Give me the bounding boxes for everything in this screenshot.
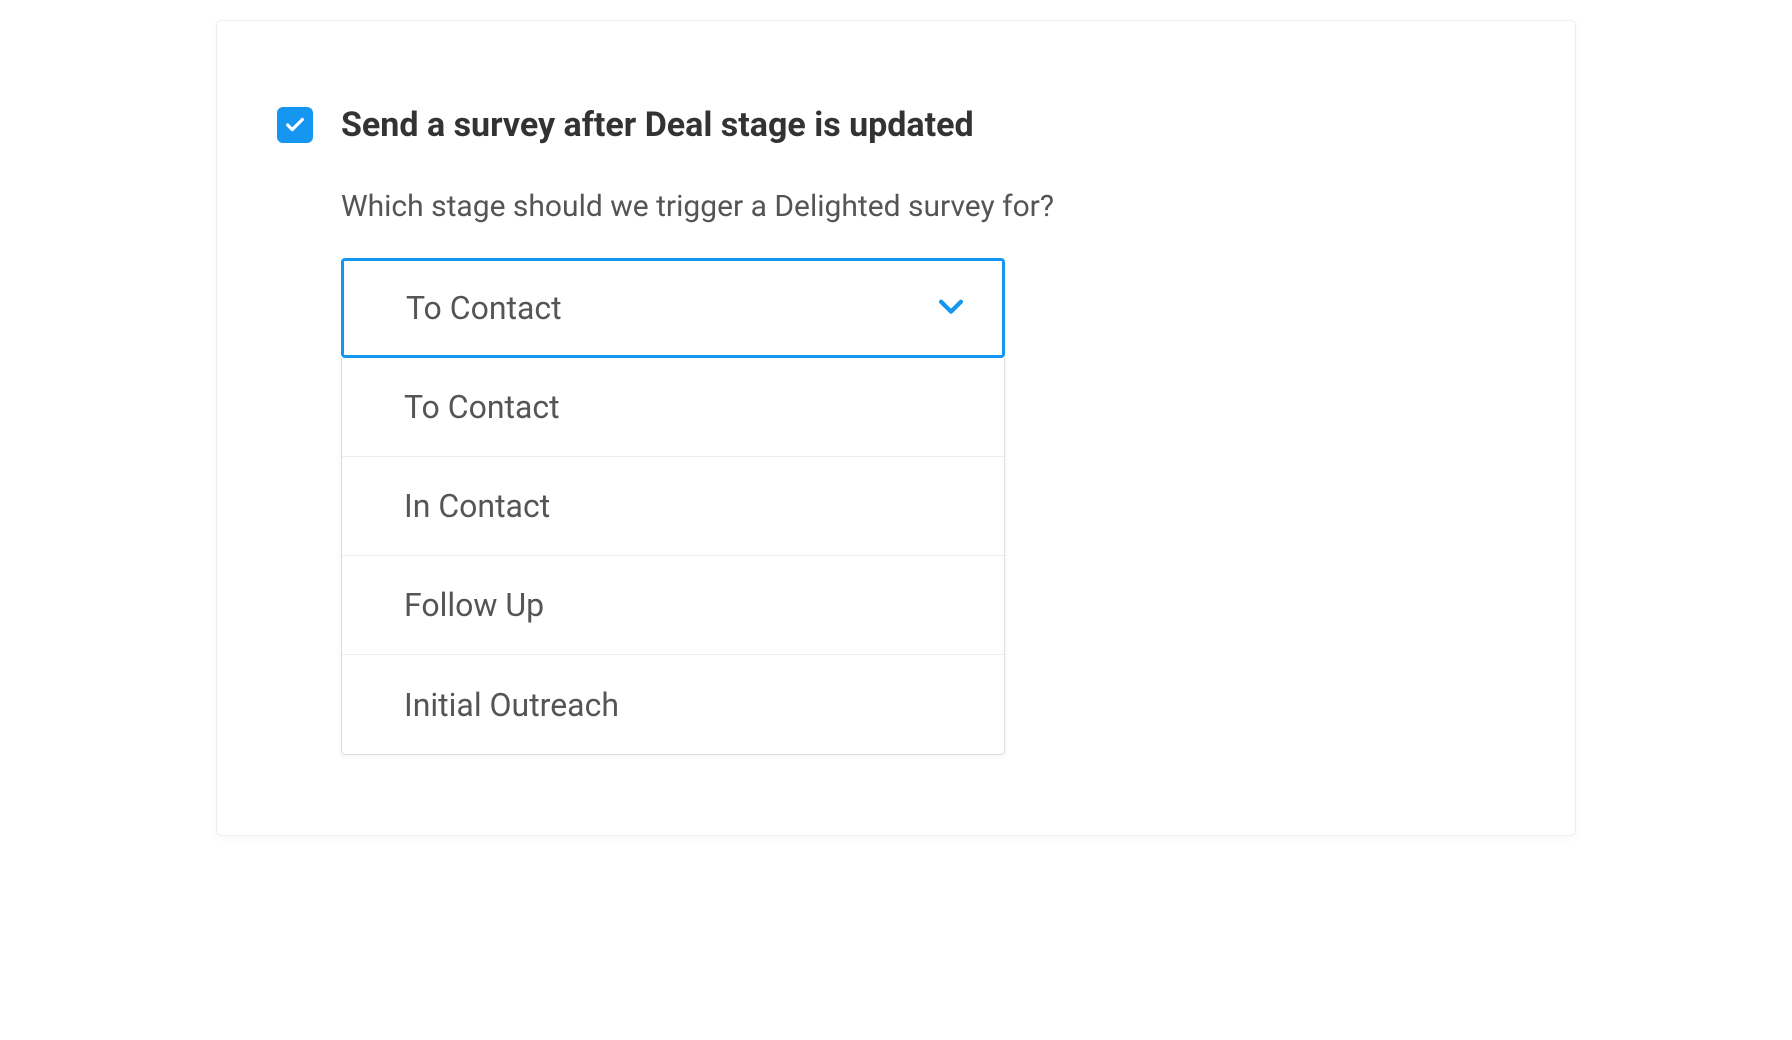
header-row: Send a survey after Deal stage is update… [277, 105, 1515, 145]
check-icon [284, 114, 306, 136]
field-label: Which stage should we trigger a Delighte… [341, 189, 1515, 224]
stage-select[interactable]: To Contact [341, 258, 1005, 358]
chevron-down-icon [934, 289, 968, 327]
content-column: Which stage should we trigger a Delighte… [341, 189, 1515, 755]
send-survey-checkbox[interactable] [277, 107, 313, 143]
dropdown-option-in-contact[interactable]: In Contact [342, 457, 1004, 556]
dropdown-option-to-contact[interactable]: To Contact [342, 358, 1004, 457]
select-value: To Contact [406, 289, 562, 327]
survey-trigger-card: Send a survey after Deal stage is update… [216, 20, 1576, 836]
card-heading: Send a survey after Deal stage is update… [341, 105, 974, 145]
dropdown-option-follow-up[interactable]: Follow Up [342, 556, 1004, 655]
dropdown-option-initial-outreach[interactable]: Initial Outreach [342, 655, 1004, 754]
stage-dropdown-list: To Contact In Contact Follow Up Initial … [341, 358, 1005, 755]
